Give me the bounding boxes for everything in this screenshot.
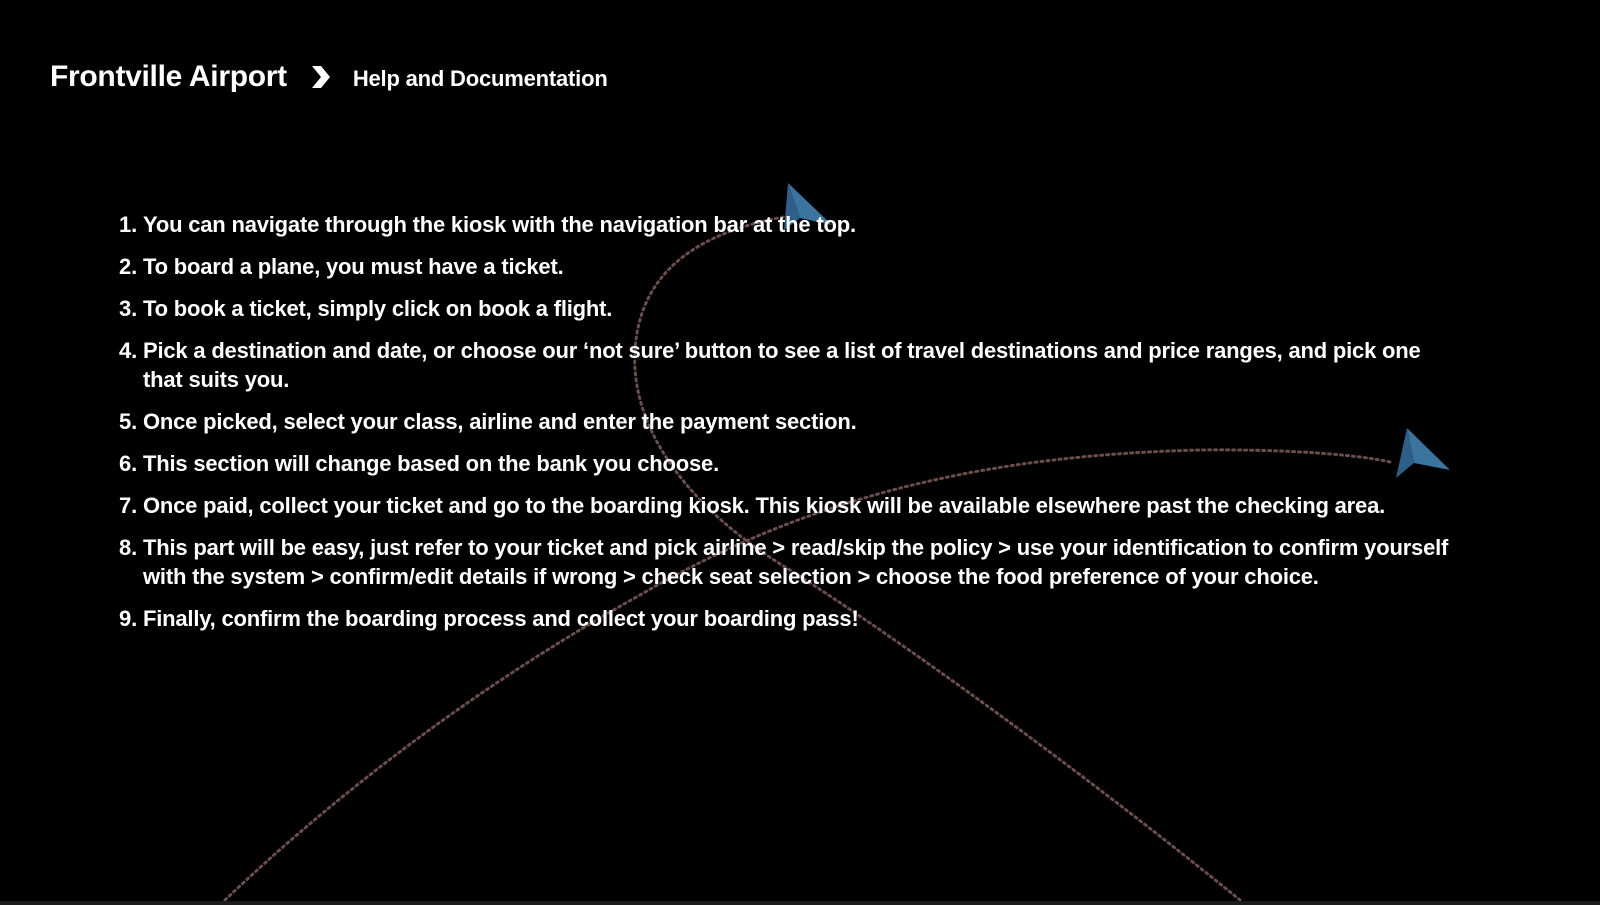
- list-item-number: 5.: [119, 409, 137, 434]
- list-item-number: 6.: [119, 451, 137, 476]
- list-item: 3. To book a ticket, simply click on boo…: [105, 294, 1455, 323]
- list-item-number: 8.: [119, 535, 137, 560]
- list-item: 4. Pick a destination and date, or choos…: [105, 336, 1455, 394]
- list-item: 8. This part will be easy, just refer to…: [105, 533, 1455, 591]
- list-item: 1. You can navigate through the kiosk wi…: [105, 210, 1455, 239]
- list-item: 6. This section will change based on the…: [105, 449, 1455, 478]
- instructions-list: 1. You can navigate through the kiosk wi…: [105, 210, 1455, 646]
- list-item-text: Once paid, collect your ticket and go to…: [143, 493, 1386, 518]
- list-item-text: Finally, confirm the boarding process an…: [143, 606, 859, 631]
- app-title[interactable]: Frontville Airport: [50, 60, 287, 94]
- list-item-text: This section will change based on the ba…: [143, 451, 719, 476]
- bottom-edge: [0, 901, 1600, 905]
- list-item-text: To board a plane, you must have a ticket…: [143, 254, 564, 279]
- list-item-number: 3.: [119, 296, 137, 321]
- list-item-text: To book a ticket, simply click on book a…: [143, 296, 613, 321]
- list-item-text: You can navigate through the kiosk with …: [143, 212, 856, 237]
- list-item: 9. Finally, confirm the boarding process…: [105, 604, 1455, 633]
- list-item-text: This part will be easy, just refer to yo…: [143, 535, 1449, 589]
- list-item-text: Once picked, select your class, airline …: [143, 409, 857, 434]
- list-item-number: 2.: [119, 254, 137, 279]
- list-item-number: 1.: [119, 212, 137, 237]
- list-item-number: 4.: [119, 338, 137, 363]
- list-item: 5. Once picked, select your class, airli…: [105, 407, 1455, 436]
- page-title: Help and Documentation: [352, 65, 608, 91]
- list-item-text: Pick a destination and date, or choose o…: [143, 338, 1421, 392]
- list-item-number: 7.: [119, 493, 137, 518]
- list-item-number: 9.: [119, 606, 137, 631]
- chevron-right-icon: [309, 64, 331, 90]
- list-item: 2. To board a plane, you must have a tic…: [105, 252, 1455, 281]
- list-item: 7. Once paid, collect your ticket and go…: [105, 491, 1455, 520]
- header-bar: Frontville Airport Help and Documentatio…: [50, 55, 608, 99]
